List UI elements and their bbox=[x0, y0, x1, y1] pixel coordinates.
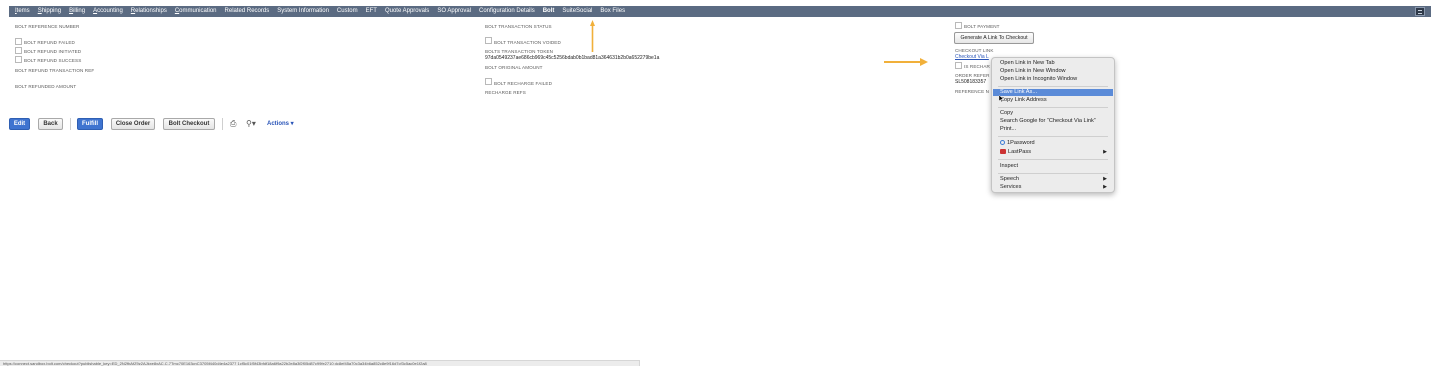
lastpass-icon bbox=[1000, 149, 1006, 155]
checkout-link[interactable]: Checkout Via L bbox=[955, 54, 989, 60]
edit-button[interactable]: Edit bbox=[9, 118, 30, 130]
menu-separator bbox=[998, 136, 1108, 137]
bolt-transaction-token-label: BOLTS TRANSACTION TOKEN bbox=[485, 49, 554, 54]
print-item[interactable]: Print... bbox=[993, 126, 1113, 133]
inspect-item[interactable]: Inspect bbox=[993, 163, 1113, 170]
tab-bolt[interactable]: Bolt bbox=[539, 6, 559, 17]
bolt-payment-label: BOLT PAYMENT bbox=[964, 24, 1000, 29]
open-link-new-tab-item[interactable]: Open Link in New Tab bbox=[993, 60, 1113, 67]
bolt-refund-success-label: BOLT REFUND SUCCESS bbox=[24, 58, 82, 63]
tab-system-information[interactable]: System Information bbox=[273, 6, 333, 17]
annotation-arrow-up bbox=[590, 20, 595, 52]
reference-label: REFERENCE N bbox=[955, 89, 990, 94]
onepassword-label: 1Password bbox=[1007, 140, 1035, 146]
bolt-payment-checkbox[interactable] bbox=[955, 22, 962, 29]
tab-eft[interactable]: EFT bbox=[362, 6, 381, 17]
toolbar-divider bbox=[70, 118, 71, 130]
toolbar-divider bbox=[222, 118, 223, 130]
order-reference-label: ORDER REFER bbox=[955, 73, 990, 78]
recharge-refs-label: RECHARGE REFS bbox=[485, 90, 526, 95]
bolt-checkout-button[interactable]: Bolt Checkout bbox=[163, 118, 215, 130]
tab-items[interactable]: Items bbox=[9, 6, 34, 17]
copy-link-address-item[interactable]: Copy Link Address bbox=[993, 97, 1113, 104]
bolt-transaction-voided-label: BOLT TRANSACTION VOIDED bbox=[494, 40, 561, 45]
bolt-refund-failed-checkbox[interactable] bbox=[15, 38, 22, 45]
browser-status-bar: https://connect.sandbox.bolt.com/checkou… bbox=[0, 360, 640, 366]
generate-checkout-link-button[interactable]: Generate A Link To Checkout bbox=[954, 32, 1034, 44]
tab-quote-approvals[interactable]: Quote Approvals bbox=[381, 6, 433, 17]
tab-relationships[interactable]: Relationships bbox=[127, 6, 171, 17]
submenu-arrow-icon: ▶ bbox=[1103, 149, 1107, 155]
search-dropdown-icon[interactable]: ⚲▾ bbox=[246, 119, 256, 129]
tab-suitesocial[interactable]: SuiteSocial bbox=[558, 6, 596, 17]
bolt-transaction-token-value: 97da0549237ae686cb969c45c5256bdab0b1bad8… bbox=[485, 55, 660, 61]
tab-shipping[interactable]: Shipping bbox=[34, 6, 65, 17]
tab-related-records[interactable]: Related Records bbox=[221, 6, 274, 17]
order-reference-value: SL508183357 bbox=[955, 79, 987, 85]
bolt-transaction-status-label: BOLT TRANSACTION STATUS bbox=[485, 24, 552, 29]
close-order-button[interactable]: Close Order bbox=[111, 118, 155, 130]
mouse-cursor-icon bbox=[999, 95, 1004, 102]
onepassword-icon bbox=[1000, 140, 1005, 146]
checkout-link-label: CHECKOUT LINK bbox=[955, 48, 994, 53]
submenu-arrow-icon: ▶ bbox=[1103, 176, 1107, 182]
tab-accounting[interactable]: Accounting bbox=[89, 6, 127, 17]
tab-custom[interactable]: Custom bbox=[333, 6, 362, 17]
context-menu: Open Link in New Tab Open Link in New Wi… bbox=[991, 57, 1115, 193]
search-google-item[interactable]: Search Google for “Checkout Via Link” bbox=[993, 118, 1113, 125]
speech-item[interactable]: Speech ▶ bbox=[993, 176, 1113, 183]
print-icon[interactable]: ⎙ bbox=[230, 119, 236, 129]
is-recharge-checkbox[interactable] bbox=[955, 62, 962, 69]
bolt-refund-failed-label: BOLT REFUND FAILED bbox=[24, 40, 75, 45]
bolt-refund-initiated-checkbox[interactable] bbox=[15, 47, 22, 54]
tab-box-files[interactable]: Box Files bbox=[596, 6, 629, 17]
bolt-original-amount-label: BOLT ORIGINAL AMOUNT bbox=[485, 65, 543, 70]
is-recharge-label: IS RECHAR bbox=[964, 64, 990, 69]
bolt-refund-success-checkbox[interactable] bbox=[15, 56, 22, 63]
bolt-recharge-failed-label: BOLT RECHARGE FAILED bbox=[494, 81, 552, 86]
services-item[interactable]: Services ▶ bbox=[993, 184, 1113, 191]
tab-communication[interactable]: Communication bbox=[171, 6, 221, 17]
bolt-refund-initiated-label: BOLT REFUND INITIATED bbox=[24, 49, 82, 54]
submenu-arrow-icon: ▶ bbox=[1103, 184, 1107, 190]
bolt-refund-transaction-ref-label: BOLT REFUND TRANSACTION REF bbox=[15, 68, 95, 73]
tab-so-approval[interactable]: SO Approval bbox=[433, 6, 475, 17]
layout-toggle-icon[interactable] bbox=[1415, 7, 1425, 16]
menu-separator bbox=[998, 159, 1108, 160]
lastpass-item[interactable]: LastPass ▶ bbox=[993, 149, 1113, 156]
menu-separator bbox=[998, 173, 1108, 174]
speech-label: Speech bbox=[1000, 176, 1019, 182]
back-button[interactable]: Back bbox=[38, 118, 63, 130]
menu-separator bbox=[998, 86, 1108, 87]
open-link-new-window-item[interactable]: Open Link in New Window bbox=[993, 68, 1113, 75]
actions-label: Actions bbox=[267, 121, 290, 127]
tab-configuration-details[interactable]: Configuration Details bbox=[475, 6, 539, 17]
lastpass-label: LastPass bbox=[1008, 149, 1032, 155]
open-link-incognito-item[interactable]: Open Link in Incognito Window bbox=[993, 76, 1113, 83]
actions-menu[interactable]: Actions ▾ bbox=[267, 119, 294, 129]
services-label: Services bbox=[1000, 184, 1022, 190]
fulfill-button[interactable]: Fulfill bbox=[77, 118, 103, 130]
save-link-as-item[interactable]: Save Link As... bbox=[993, 89, 1113, 96]
copy-item[interactable]: Copy bbox=[993, 110, 1113, 117]
bolt-refunded-amount-label: BOLT REFUNDED AMOUNT bbox=[15, 84, 77, 89]
bolt-reference-number-label: BOLT REFERENCE NUMBER bbox=[15, 24, 80, 29]
menu-separator bbox=[998, 107, 1108, 108]
bolt-recharge-failed-checkbox[interactable] bbox=[485, 78, 492, 85]
subtab-bar: Items Shipping Billing Accounting Relationsh… bbox=[9, 6, 1431, 17]
onepassword-item[interactable]: 1Password bbox=[993, 140, 1113, 147]
bolt-transaction-voided-checkbox[interactable] bbox=[485, 37, 492, 44]
tab-billing[interactable]: Billing bbox=[65, 6, 89, 17]
annotation-arrow-right bbox=[884, 58, 928, 66]
